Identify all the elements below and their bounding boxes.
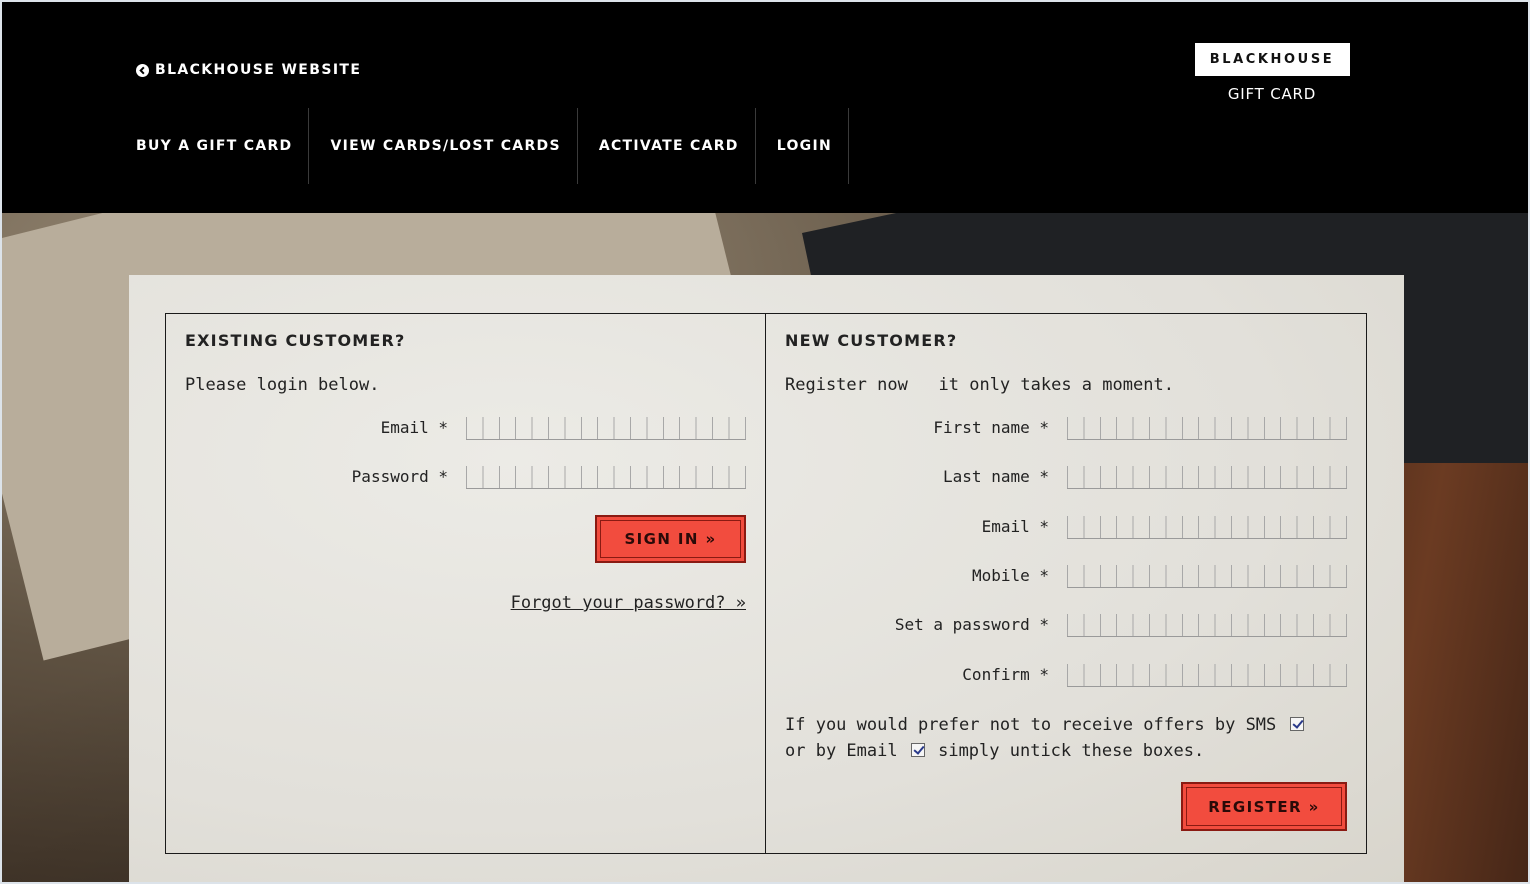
confirm-password-field[interactable] bbox=[1067, 661, 1347, 687]
first-name-label: First name * bbox=[933, 417, 1049, 437]
sign-in-label: SIGN IN » bbox=[600, 520, 741, 558]
new-customer-intro: Register now it only takes a moment. bbox=[785, 375, 1174, 395]
first-name-field[interactable] bbox=[1067, 414, 1347, 440]
nav-view-cards[interactable]: VIEW CARDS/LOST CARDS bbox=[309, 108, 578, 184]
mobile-field[interactable] bbox=[1067, 562, 1347, 588]
back-to-website-link[interactable]: BLACKHOUSE WEBSITE bbox=[136, 60, 361, 80]
register-email-row: Email * bbox=[982, 512, 1347, 540]
back-link-label: BLACKHOUSE WEBSITE bbox=[155, 62, 362, 78]
forgot-password-link[interactable]: Forgot your password? » bbox=[511, 593, 746, 613]
mobile-row: Mobile * bbox=[972, 561, 1347, 589]
login-email-field[interactable] bbox=[466, 414, 746, 440]
login-password-row: Password * bbox=[352, 462, 746, 490]
login-email-label: Email * bbox=[380, 417, 448, 437]
nav-login[interactable]: LOGIN bbox=[756, 108, 849, 184]
existing-customer-section: EXISTING CUSTOMER? Please login below. E… bbox=[166, 314, 766, 853]
account-panel: EXISTING CUSTOMER? Please login below. E… bbox=[129, 275, 1404, 882]
existing-customer-title: EXISTING CUSTOMER? bbox=[185, 331, 406, 350]
brand-logo[interactable]: BLACKHOUSE GIFT CARD bbox=[1194, 43, 1350, 103]
login-email-row: Email * bbox=[381, 413, 746, 441]
confirm-password-label: Confirm * bbox=[962, 664, 1049, 684]
first-name-row: First name * bbox=[933, 413, 1347, 441]
page-frame: BLACKHOUSE WEBSITE BUY A GIFT CARD VIEW … bbox=[2, 2, 1528, 882]
chevron-left-circle-icon bbox=[136, 63, 149, 77]
set-password-row: Set a password * bbox=[895, 610, 1347, 638]
login-password-field[interactable] bbox=[466, 463, 746, 489]
nav-activate-card[interactable]: ACTIVATE CARD bbox=[578, 108, 756, 184]
sign-in-button[interactable]: SIGN IN » bbox=[595, 515, 746, 563]
main-nav: BUY A GIFT CARD VIEW CARDS/LOST CARDS AC… bbox=[136, 108, 849, 184]
optout-text-part2: or by Email bbox=[785, 741, 898, 761]
confirm-password-row: Confirm * bbox=[962, 660, 1347, 688]
register-email-label: Email * bbox=[981, 516, 1049, 536]
login-password-label: Password * bbox=[351, 466, 448, 486]
marketing-optout-text: If you would prefer not to receive offer… bbox=[785, 712, 1355, 764]
register-button[interactable]: REGISTER » bbox=[1181, 782, 1347, 831]
last-name-label: Last name * bbox=[943, 466, 1049, 486]
new-customer-title: NEW CUSTOMER? bbox=[785, 331, 958, 350]
logo-subtitle: GIFT CARD bbox=[1227, 85, 1317, 103]
site-header: BLACKHOUSE WEBSITE BUY A GIFT CARD VIEW … bbox=[2, 2, 1528, 213]
existing-customer-intro: Please login below. bbox=[185, 375, 380, 395]
new-customer-section: NEW CUSTOMER? Register now it only takes… bbox=[766, 314, 1366, 853]
optout-text-part1: If you would prefer not to receive offer… bbox=[785, 715, 1277, 735]
set-password-label: Set a password * bbox=[894, 614, 1049, 634]
last-name-field[interactable] bbox=[1067, 463, 1347, 489]
optout-text-part3: simply untick these boxes. bbox=[938, 741, 1205, 761]
sms-optin-checkbox[interactable] bbox=[1289, 717, 1304, 731]
register-label: REGISTER » bbox=[1186, 787, 1342, 826]
last-name-row: Last name * bbox=[943, 462, 1347, 490]
register-email-field[interactable] bbox=[1067, 513, 1347, 539]
nav-buy-gift-card[interactable]: BUY A GIFT CARD bbox=[136, 108, 310, 184]
email-optin-checkbox[interactable] bbox=[910, 743, 925, 757]
mobile-label: Mobile * bbox=[971, 565, 1049, 585]
logo-title: BLACKHOUSE bbox=[1194, 43, 1350, 76]
forms-box: EXISTING CUSTOMER? Please login below. E… bbox=[165, 313, 1367, 854]
set-password-field[interactable] bbox=[1067, 611, 1347, 637]
